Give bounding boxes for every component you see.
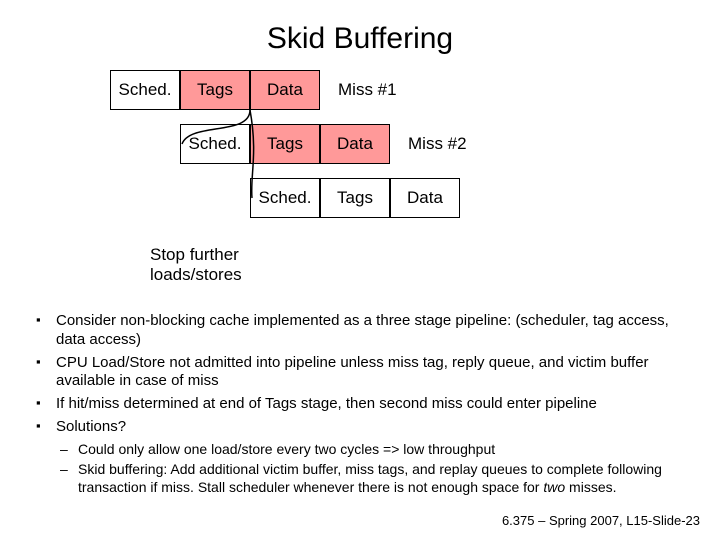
stage-sched: Sched. bbox=[250, 178, 320, 218]
stage-data: Data bbox=[250, 70, 320, 110]
stage-tags: Tags bbox=[180, 70, 250, 110]
slide-footer: 6.375 – Spring 2007, L15-Slide-23 bbox=[502, 513, 700, 528]
bullet-item: CPU Load/Store not admitted into pipelin… bbox=[30, 354, 690, 392]
stage-data: Data bbox=[320, 124, 390, 164]
pipeline-diagram: Sched. Tags Data Miss #1 Sched. Tags Dat… bbox=[110, 64, 720, 264]
stage-tags: Tags bbox=[250, 124, 320, 164]
bullet-list: Consider non-blocking cache implemented … bbox=[30, 312, 690, 496]
stage-sched: Sched. bbox=[180, 124, 250, 164]
dash-list: Could only allow one load/store every tw… bbox=[60, 441, 690, 497]
stop-line-2: loads/stores bbox=[150, 265, 242, 284]
slide-title: Skid Buffering bbox=[0, 0, 720, 64]
dash-text-post: misses. bbox=[565, 479, 616, 495]
miss-label-2: Miss #2 bbox=[408, 134, 467, 154]
pipeline-row-2: Sched. Tags Data Miss #2 bbox=[180, 124, 467, 164]
pipeline-row-3: Sched. Tags Data bbox=[250, 178, 460, 218]
dash-text: Could only allow one load/store every tw… bbox=[78, 441, 495, 457]
pipeline-row-1: Sched. Tags Data Miss #1 bbox=[110, 70, 397, 110]
stage-tags: Tags bbox=[320, 178, 390, 218]
stop-further-label: Stop further loads/stores bbox=[150, 245, 242, 284]
bullet-item: If hit/miss determined at end of Tags st… bbox=[30, 395, 690, 414]
stage-data: Data bbox=[390, 178, 460, 218]
bullet-text: Solutions? bbox=[56, 418, 126, 435]
stage-sched: Sched. bbox=[110, 70, 180, 110]
stop-line-1: Stop further bbox=[150, 245, 239, 264]
dash-item: Could only allow one load/store every tw… bbox=[60, 441, 690, 459]
dash-emph: two bbox=[543, 479, 565, 495]
dash-item: Skid buffering: Add additional victim bu… bbox=[60, 461, 690, 496]
miss-label-1: Miss #1 bbox=[338, 80, 397, 100]
bullet-item: Consider non-blocking cache implemented … bbox=[30, 312, 690, 350]
bullet-item: Solutions? Could only allow one load/sto… bbox=[30, 418, 690, 496]
